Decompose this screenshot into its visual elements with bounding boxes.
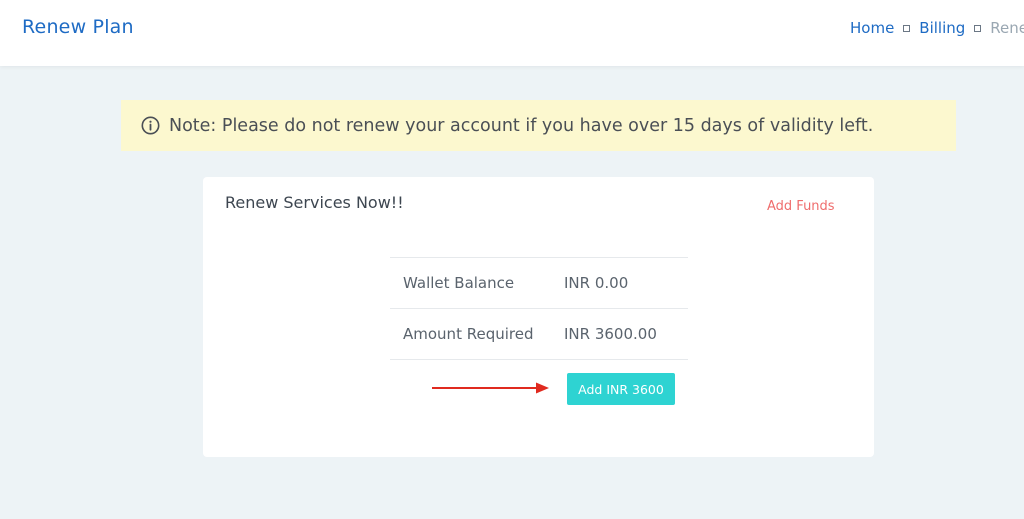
add-inr-button[interactable]: Add INR 3600: [567, 373, 675, 405]
balance-summary-table: Wallet Balance INR 0.00 Amount Required …: [390, 257, 688, 360]
breadcrumb: Home Billing Rene: [850, 19, 1024, 37]
breadcrumb-separator-icon: [903, 24, 911, 32]
breadcrumb-home-link[interactable]: Home: [850, 19, 894, 37]
row-label: Amount Required: [403, 325, 534, 343]
row-label: Wallet Balance: [403, 274, 515, 292]
top-bar: Renew Plan Home Billing Rene: [0, 0, 1024, 66]
breadcrumb-separator-icon: [974, 24, 982, 32]
renew-services-card: Renew Services Now!! Add Funds Wallet Ba…: [203, 177, 874, 457]
breadcrumb-current: Rene: [990, 19, 1024, 37]
card-title: Renew Services Now!!: [225, 193, 404, 212]
page-title: Renew Plan: [22, 16, 134, 38]
info-circle-icon: [141, 116, 160, 135]
table-row: Wallet Balance INR 0.00: [390, 257, 688, 308]
table-row: Amount Required INR 3600.00: [390, 308, 688, 360]
red-arrow-icon: [432, 382, 549, 394]
validity-note-banner: Note: Please do not renew your account i…: [121, 100, 956, 151]
breadcrumb-billing-link[interactable]: Billing: [919, 19, 965, 37]
row-value: INR 3600.00: [564, 325, 657, 343]
note-text: Note: Please do not renew your account i…: [169, 115, 874, 136]
row-value: INR 0.00: [564, 274, 629, 292]
add-funds-link[interactable]: Add Funds: [767, 199, 835, 214]
